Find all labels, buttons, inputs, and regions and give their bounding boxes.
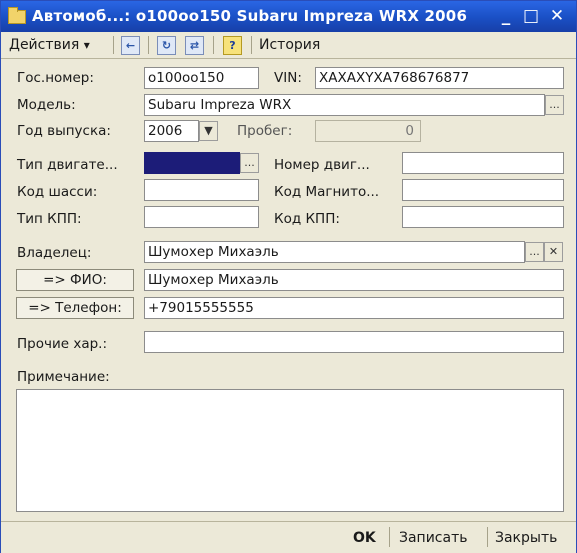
engine-number-input[interactable] — [402, 152, 564, 174]
bottom-bar: OK Записать Закрыть — [1, 521, 576, 553]
actions-menu-label: Действия — [9, 37, 80, 53]
other-input[interactable] — [144, 331, 564, 353]
toolbar: Действия ▾ ← ↻ ⇄ ? История — [1, 32, 576, 59]
mileage-label: Пробег: — [237, 123, 293, 139]
model-select-button[interactable]: ... — [545, 95, 564, 115]
magneto-input[interactable] — [402, 179, 564, 201]
note-textarea[interactable] — [16, 389, 564, 512]
toolbar-divider — [251, 36, 252, 54]
other-label: Прочие хар.: — [17, 336, 107, 352]
model-input[interactable]: Subaru Impreza WRX — [144, 94, 545, 116]
fio-input[interactable]: Шумохер Михаэль — [144, 269, 564, 291]
close-button[interactable]: Закрыть — [495, 528, 557, 548]
engine-type-input[interactable] — [144, 152, 240, 174]
bottom-divider — [389, 527, 390, 547]
title-bar[interactable]: Автомоб...: о100оо150 Subaru Impreza WRX… — [1, 1, 576, 32]
car-form-window: Автомоб...: о100оо150 Subaru Impreza WRX… — [0, 0, 577, 553]
model-label: Модель: — [17, 97, 76, 113]
gos-nomer-input[interactable]: о100оо150 — [144, 67, 259, 89]
gearbox-type-input[interactable] — [144, 206, 259, 228]
go-to-icon[interactable]: ← — [121, 36, 140, 55]
chassis-label: Код шасси: — [17, 184, 98, 200]
year-label: Год выпуска: — [17, 123, 111, 139]
save-button[interactable]: Записать — [399, 528, 468, 548]
copy-icon[interactable]: ⇄ — [185, 36, 204, 55]
phone-button[interactable]: => Телефон: — [16, 297, 134, 319]
window-title: Автомоб...: о100оо150 Subaru Impreza WRX… — [32, 7, 468, 25]
vin-input[interactable]: ХАХАХYХА768676877 — [315, 67, 564, 89]
toolbar-divider — [113, 36, 114, 54]
gearbox-code-label: Код КПП: — [274, 211, 340, 227]
year-dropdown-button[interactable]: ▼ — [199, 121, 218, 141]
note-label: Примечание: — [17, 369, 110, 385]
fio-button[interactable]: => ФИО: — [16, 269, 134, 291]
chassis-input[interactable] — [144, 179, 259, 201]
engine-type-label: Тип двигате... — [17, 157, 118, 173]
help-icon[interactable]: ? — [223, 36, 242, 55]
gos-nomer-label: Гос.номер: — [17, 70, 94, 86]
owner-select-button[interactable]: ... — [525, 242, 544, 262]
ok-button[interactable]: OK — [353, 528, 376, 548]
mileage-input: 0 — [315, 120, 421, 142]
toolbar-divider — [213, 36, 214, 54]
gearbox-code-input[interactable] — [402, 206, 564, 228]
bottom-divider — [487, 527, 488, 547]
phone-input[interactable]: +79015555555 — [144, 297, 564, 319]
minimize-button[interactable]: _ — [496, 6, 516, 26]
year-input[interactable]: 2006 — [144, 120, 199, 142]
engine-type-select-button[interactable]: ... — [240, 153, 259, 173]
close-window-button[interactable]: ✕ — [547, 6, 567, 26]
refresh-icon[interactable]: ↻ — [157, 36, 176, 55]
vin-label: VIN: — [274, 70, 302, 86]
engine-number-label: Номер двиг... — [274, 157, 370, 173]
folder-icon — [8, 7, 26, 24]
toolbar-divider — [148, 36, 149, 54]
gearbox-type-label: Тип КПП: — [17, 211, 82, 227]
owner-label: Владелец: — [17, 245, 92, 261]
magneto-label: Код Магнито... — [274, 184, 380, 200]
chevron-down-icon: ▾ — [83, 38, 90, 52]
owner-input[interactable]: Шумохер Михаэль — [144, 241, 525, 263]
actions-menu[interactable]: Действия ▾ — [9, 35, 90, 55]
owner-clear-icon[interactable]: ✕ — [544, 242, 563, 262]
history-button[interactable]: История — [259, 35, 320, 55]
maximize-button[interactable]: □ — [521, 6, 541, 26]
